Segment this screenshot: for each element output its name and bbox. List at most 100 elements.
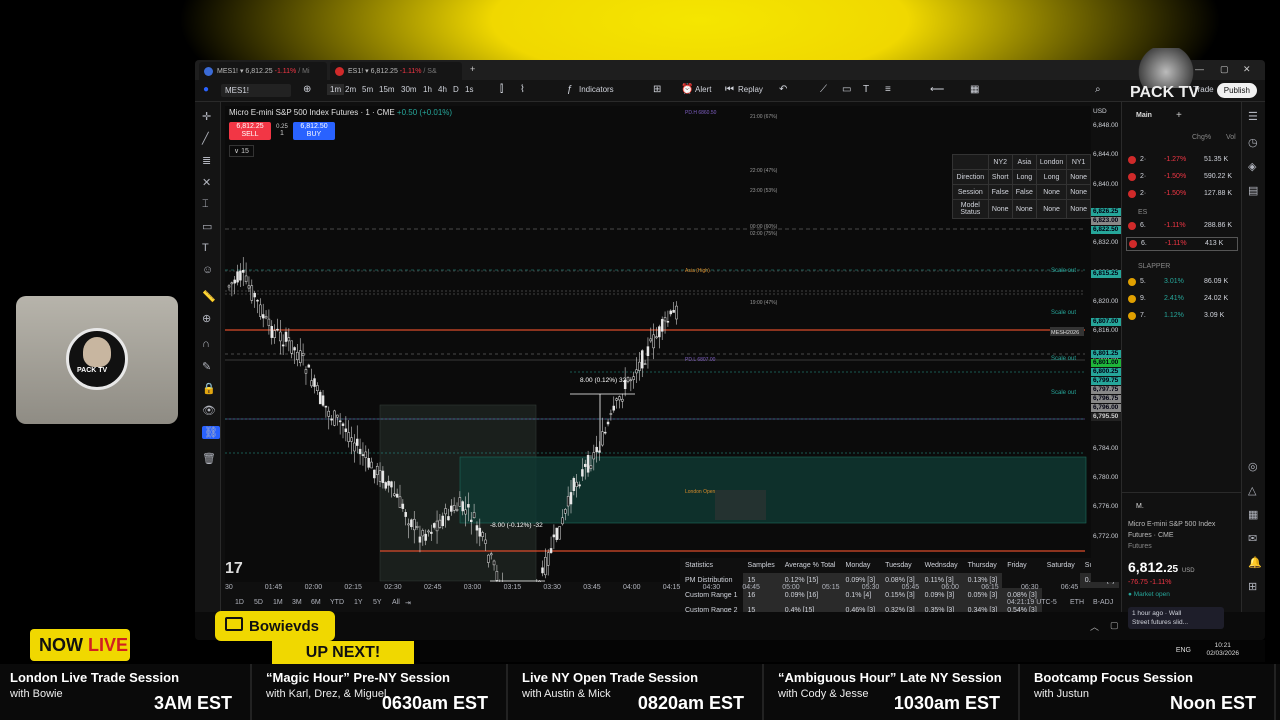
apps-icon[interactable]: ⊞ (1248, 580, 1257, 593)
time-axis[interactable]: 30 01:45 02:00 02:15 02:30 02:45 03:00 03:15 03:… (225, 582, 1091, 596)
order-qty[interactable]: 0.25 1 (275, 124, 289, 137)
layers-icon[interactable]: ◈ (1248, 160, 1256, 173)
table-icon[interactable]: ▦ (970, 84, 979, 95)
new-tab-icon[interactable]: + (470, 64, 475, 74)
watchlist-row[interactable]: 6. -1.11% 413 K (1126, 237, 1238, 251)
fib-icon[interactable]: ≡ (885, 84, 891, 95)
news-item[interactable]: 1 hour ago · Wall Street futures slid... (1128, 607, 1224, 629)
undo-icon[interactable]: ↶ (779, 84, 787, 95)
sell-button[interactable]: 6,812.25 SELL (229, 122, 271, 140)
tf-1h[interactable]: 1h (423, 85, 432, 94)
tf-5m[interactable]: 5m (362, 85, 373, 94)
watchlist-row[interactable]: 2· -1.50% 590.22 K (1126, 171, 1238, 185)
zoom-icon[interactable]: ⊕ (202, 312, 211, 325)
candle-type-icon[interactable]: ⫿ (500, 84, 503, 95)
maximize-icon[interactable]: ▢ (1220, 64, 1229, 75)
pattern-tool-icon[interactable]: ✕ (202, 176, 211, 189)
currency-label[interactable]: USD (1091, 108, 1121, 115)
indicators-button[interactable]: Indicators (579, 85, 614, 94)
taskbar-clock[interactable]: 10:21 02/03/2026 (1206, 642, 1239, 658)
goto-date-icon[interactable]: ⇥ (405, 599, 411, 607)
buy-button[interactable]: 6,812.50 BUY (293, 122, 335, 140)
tab-mes1[interactable]: MES1! ▾ 6,812.25 -1.11% / Mi (199, 62, 327, 80)
range-3m[interactable]: 3M (292, 599, 302, 606)
line-type-icon[interactable]: ⌇ (520, 84, 525, 95)
target-icon[interactable]: ◎ (1248, 460, 1258, 473)
compare-add-icon[interactable]: ⊕ (303, 84, 311, 95)
range-1m[interactable]: 1M (273, 599, 283, 606)
alert-button[interactable]: Alert (695, 85, 711, 94)
tf-2m[interactable]: 2m (345, 85, 356, 94)
alert-icon[interactable]: ⏰ (681, 84, 693, 95)
tf-4h[interactable]: 4h (438, 85, 447, 94)
line-tool-icon[interactable]: ╱ (202, 132, 209, 145)
chat-icon[interactable]: ▤ (1248, 184, 1258, 197)
details-symbol[interactable]: M. (1136, 503, 1144, 510)
watchlist-row[interactable]: 9. 2.41% 24.02 K (1126, 293, 1238, 307)
tf-15m[interactable]: 15m (379, 85, 395, 94)
watchlist-row[interactable]: 6. -1.11% 288.86 K (1126, 220, 1238, 234)
lock-icon[interactable]: 🔒 (202, 382, 216, 395)
range-ytd[interactable]: YTD (330, 599, 344, 606)
tf-d[interactable]: D (453, 85, 459, 94)
ideas-icon[interactable]: △ (1248, 484, 1256, 497)
layout-icon[interactable]: ⊞ (653, 84, 661, 95)
publish-button[interactable]: Publish (1216, 83, 1257, 98)
pencil-icon[interactable]: ✎ (202, 360, 211, 373)
indicators-icon[interactable]: ƒ (567, 84, 573, 95)
range-all[interactable]: All (392, 599, 400, 606)
badj-toggle[interactable]: B-ADJ (1093, 599, 1113, 606)
shape-tool-icon[interactable]: ▭ (202, 220, 212, 233)
tf-30m[interactable]: 30m (401, 85, 417, 94)
tf-1s[interactable]: 1s (465, 85, 473, 94)
measure-tool-icon[interactable]: ⌶ (202, 198, 209, 211)
range-5y[interactable]: 5Y (373, 599, 382, 606)
candle-body (586, 454, 590, 473)
eth-toggle[interactable]: ETH (1070, 599, 1084, 606)
ray-icon[interactable]: ⟵ (930, 84, 944, 95)
search-icon[interactable]: ⌕ (1095, 84, 1101, 95)
collapse-icon[interactable]: ︿ (1090, 620, 1099, 633)
chart-symbol-title: Micro E-mini S&P 500 Index Futures · 1 ·… (229, 108, 395, 117)
price-chart[interactable]: PD.H 6860.50 21:00 (67%) 22:00 (47%) 23:00 … (225, 106, 1120, 618)
ruler-icon[interactable]: 📏 (202, 290, 216, 303)
eye-icon[interactable]: 👁 (202, 404, 216, 417)
alerts-clock-icon[interactable]: ◷ (1248, 136, 1258, 149)
language-indicator[interactable]: ENG (1176, 647, 1191, 654)
maximize-panel-icon[interactable]: ▢ (1110, 620, 1119, 631)
tf-1m[interactable]: 1m (327, 84, 345, 95)
symbol-search[interactable]: MES1! (221, 84, 291, 97)
channel-tool-icon[interactable]: ≣ (202, 154, 211, 167)
price-scale[interactable]: 6,848.006,844.006,840.006,836.006,832.00… (1091, 106, 1121, 582)
link-icon[interactable]: ⛓ (202, 426, 220, 439)
range-6m[interactable]: 6M (311, 599, 321, 606)
range-1d[interactable]: 1D (235, 599, 244, 606)
crosshair-icon[interactable]: ✛ (202, 110, 211, 123)
watchlist-row[interactable]: 7. 1.12% 3.09 K (1126, 310, 1238, 324)
close-icon[interactable]: ✕ (1243, 64, 1251, 75)
interval-badge[interactable]: ∨ 15 (229, 145, 254, 157)
emoji-icon[interactable]: ☺ (202, 264, 213, 276)
watchlist-row[interactable]: 2· -1.27% 51.35 K (1126, 154, 1238, 168)
replay-icon[interactable]: ⏮ (725, 84, 734, 95)
rect-icon[interactable]: ▭ (842, 84, 851, 95)
candle-body (481, 532, 484, 537)
watchlist-row[interactable]: 5. 3.01% 86.09 K (1126, 276, 1238, 290)
range-5d[interactable]: 5D (254, 599, 263, 606)
text-tool-icon[interactable]: T (863, 84, 869, 95)
text-icon[interactable]: T (202, 242, 209, 254)
profile-icon[interactable]: ● (203, 84, 209, 95)
chart-annotation: 21:00 (67%) (750, 114, 778, 120)
watchlist-title[interactable]: Main (1136, 112, 1152, 119)
trendline-icon[interactable]: ⟋ (820, 84, 827, 95)
calendar-icon[interactable]: ▦ (1248, 508, 1258, 521)
range-1y[interactable]: 1Y (354, 599, 363, 606)
notifications-icon[interactable]: ✉ (1248, 532, 1257, 545)
watchlist-row[interactable]: 2· -1.50% 127.88 K (1126, 188, 1238, 202)
watchlist-icon[interactable]: ☰ (1248, 110, 1258, 123)
replay-button[interactable]: Replay (738, 85, 763, 94)
magnet-icon[interactable]: ∩ (202, 338, 210, 350)
tab-es1[interactable]: ES1! ▾ 6,812.25 -1.11% / S& (330, 62, 462, 80)
trash-icon[interactable]: 🗑 (202, 452, 216, 465)
bell-icon[interactable]: 🔔 (1248, 556, 1262, 569)
